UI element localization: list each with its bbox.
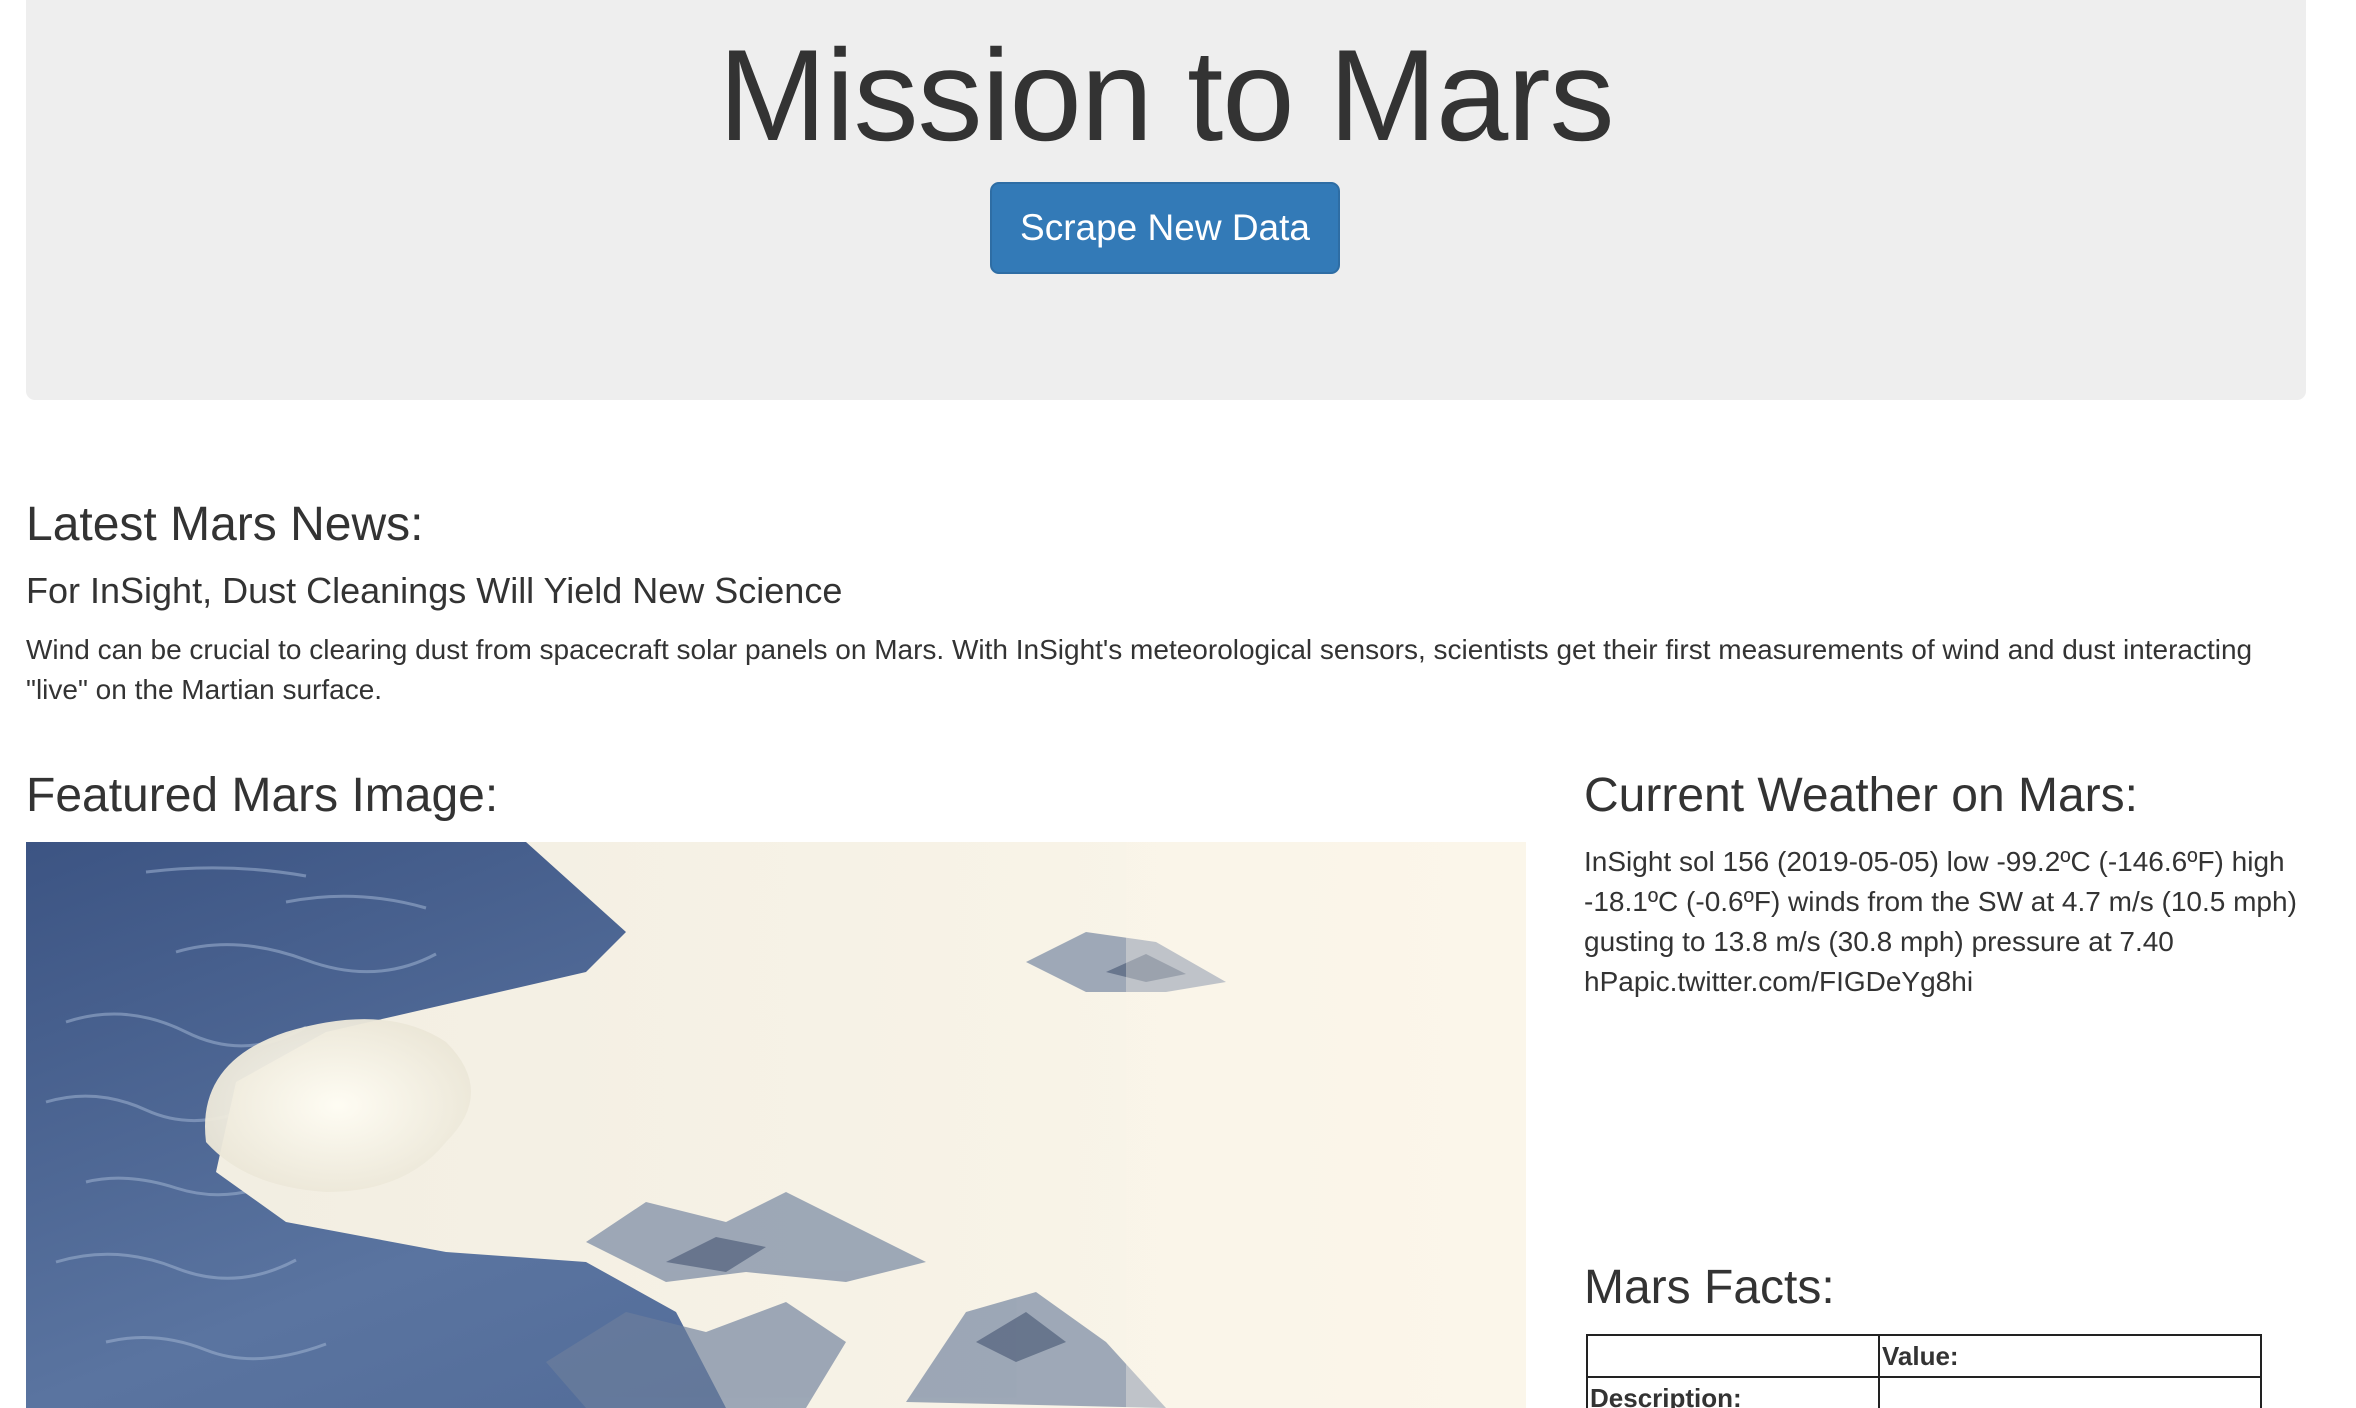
facts-header-cell [1586, 1334, 1880, 1378]
aerial-glacier-photo-icon [26, 842, 1526, 1408]
jumbotron: Mission to Mars Scrape New Data [26, 0, 2306, 400]
facts-row-label: Description: [1586, 1376, 1880, 1408]
weather-heading: Current Weather on Mars: [1584, 769, 2138, 822]
featured-image-heading: Featured Mars Image: [26, 769, 499, 822]
featured-image[interactable] [26, 842, 1526, 1408]
facts-table: Value: Description: [1586, 1334, 2262, 1408]
news-title: For InSight, Dust Cleanings Will Yield N… [26, 570, 843, 611]
news-paragraph: Wind can be crucial to clearing dust fro… [26, 634, 2253, 705]
page-title: Mission to Mars [718, 22, 1614, 168]
facts-row-value [1878, 1376, 2262, 1408]
page: Mission to Mars Scrape New Data Latest M… [0, 0, 2356, 1408]
weather-text: InSight sol 156 (2019-05-05) low -99.2ºC… [1584, 846, 2297, 997]
table-row: Description: [1586, 1376, 2262, 1408]
facts-header-cell: Value: [1878, 1334, 2262, 1378]
facts-heading: Mars Facts: [1584, 1261, 1835, 1314]
news-heading: Latest Mars News: [26, 498, 424, 551]
scrape-new-data-button[interactable]: Scrape New Data [990, 182, 1340, 274]
facts-header-row: Value: [1586, 1334, 2262, 1378]
